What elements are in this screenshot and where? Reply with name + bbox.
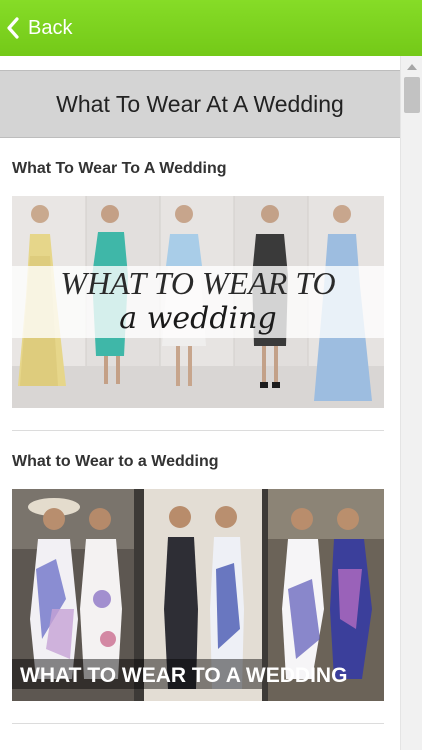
- back-label: Back: [28, 16, 73, 39]
- vertical-scrollbar[interactable]: [400, 56, 422, 750]
- image-overlay-text-line2: a wedding: [119, 301, 276, 336]
- article-image[interactable]: WHAT TO WEAR TO A WEDDING: [12, 489, 384, 701]
- chevron-left-icon: [7, 17, 19, 39]
- page-title: What To Wear At A Wedding: [56, 90, 344, 117]
- divider: [12, 723, 384, 724]
- wedding-outfits-photo: WHAT TO WEAR TO A WEDDING: [12, 489, 384, 701]
- image-overlay-text-line1: WHAT TO WEAR TO: [60, 265, 335, 301]
- scroll-up-arrow-icon[interactable]: [407, 64, 417, 70]
- article-title[interactable]: What To Wear To A Wedding: [12, 160, 388, 178]
- content-area: What To Wear At A Wedding What To Wear T…: [0, 70, 400, 750]
- top-navigation-bar: Back: [0, 0, 422, 56]
- wedding-dresses-photo: WHAT TO WEAR TO a wedding: [12, 196, 384, 408]
- back-button[interactable]: Back: [6, 17, 72, 40]
- image-overlay-caption: WHAT TO WEAR TO A WEDDING: [20, 664, 347, 687]
- article-item[interactable]: What To Wear To A Wedding WHAT TO WEAR T…: [0, 160, 400, 431]
- article-item[interactable]: What to Wear to a Wedding WHAT TO WEAR T…: [0, 453, 400, 724]
- article-image[interactable]: WHAT TO WEAR TO a wedding: [12, 196, 384, 408]
- article-title[interactable]: What to Wear to a Wedding: [12, 453, 388, 471]
- scrollbar-thumb[interactable]: [404, 77, 420, 113]
- divider: [12, 430, 384, 431]
- page-header: What To Wear At A Wedding: [0, 70, 400, 138]
